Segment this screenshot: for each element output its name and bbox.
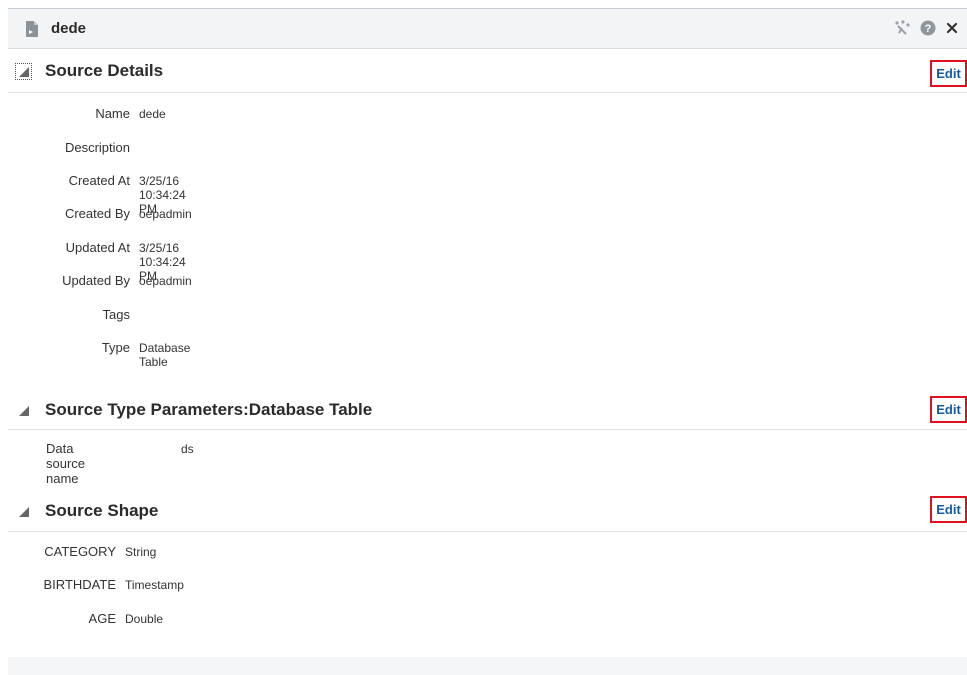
footer-band	[8, 657, 967, 675]
field-label: Updated By	[62, 273, 130, 288]
field-label: BIRTHDATE	[43, 577, 116, 592]
field-label: Name	[95, 106, 130, 121]
source-details-header[interactable]: Source Details Edit	[8, 54, 967, 90]
field-value: Timestamp	[125, 578, 184, 592]
help-icon[interactable]: ?	[920, 20, 936, 36]
field-label: Description	[64, 140, 130, 155]
field-label: Updated At	[65, 240, 130, 255]
svg-text:?: ?	[925, 23, 932, 35]
divider	[8, 429, 967, 430]
source-type-parameters-header[interactable]: Source Type Parameters:Database Table Ed…	[8, 393, 967, 429]
edit-source-details-button[interactable]: Edit	[930, 60, 967, 87]
field-label: Tags	[102, 307, 130, 322]
pin-icon[interactable]	[893, 20, 911, 36]
field-value: dede	[139, 107, 166, 121]
field-value: Double	[125, 612, 164, 626]
divider	[8, 531, 967, 532]
section-title: Source Shape	[45, 501, 159, 520]
collapse-triangle-icon[interactable]	[15, 503, 32, 520]
document-icon	[25, 20, 39, 43]
field-label: CATEGORY	[44, 544, 116, 559]
field-label: Data source name	[46, 441, 86, 486]
field-value: String	[125, 545, 157, 559]
panel-title: dede	[51, 20, 87, 37]
field-label: Type	[101, 340, 130, 355]
edit-source-shape-button[interactable]: Edit	[930, 496, 967, 523]
source-shape-header[interactable]: Source Shape Edit	[8, 494, 967, 530]
panel-title-bar: dede ?	[8, 8, 967, 49]
field-label: Created At	[68, 173, 130, 188]
edit-source-type-parameters-button[interactable]: Edit	[930, 396, 967, 423]
section-title: Source Type Parameters:Database Table	[45, 400, 373, 419]
section-title: Source Details	[45, 61, 164, 80]
field-label: Created By	[64, 206, 130, 221]
collapse-triangle-icon[interactable]	[15, 63, 32, 80]
field-value: oepadmin	[139, 274, 192, 288]
divider	[8, 92, 967, 93]
field-value: ds	[181, 442, 194, 456]
field-value: oepadmin	[139, 207, 192, 221]
field-label: AGE	[88, 611, 116, 626]
field-value: Database Table	[139, 341, 191, 369]
collapse-triangle-icon[interactable]	[15, 402, 32, 419]
close-icon[interactable]	[945, 21, 959, 35]
